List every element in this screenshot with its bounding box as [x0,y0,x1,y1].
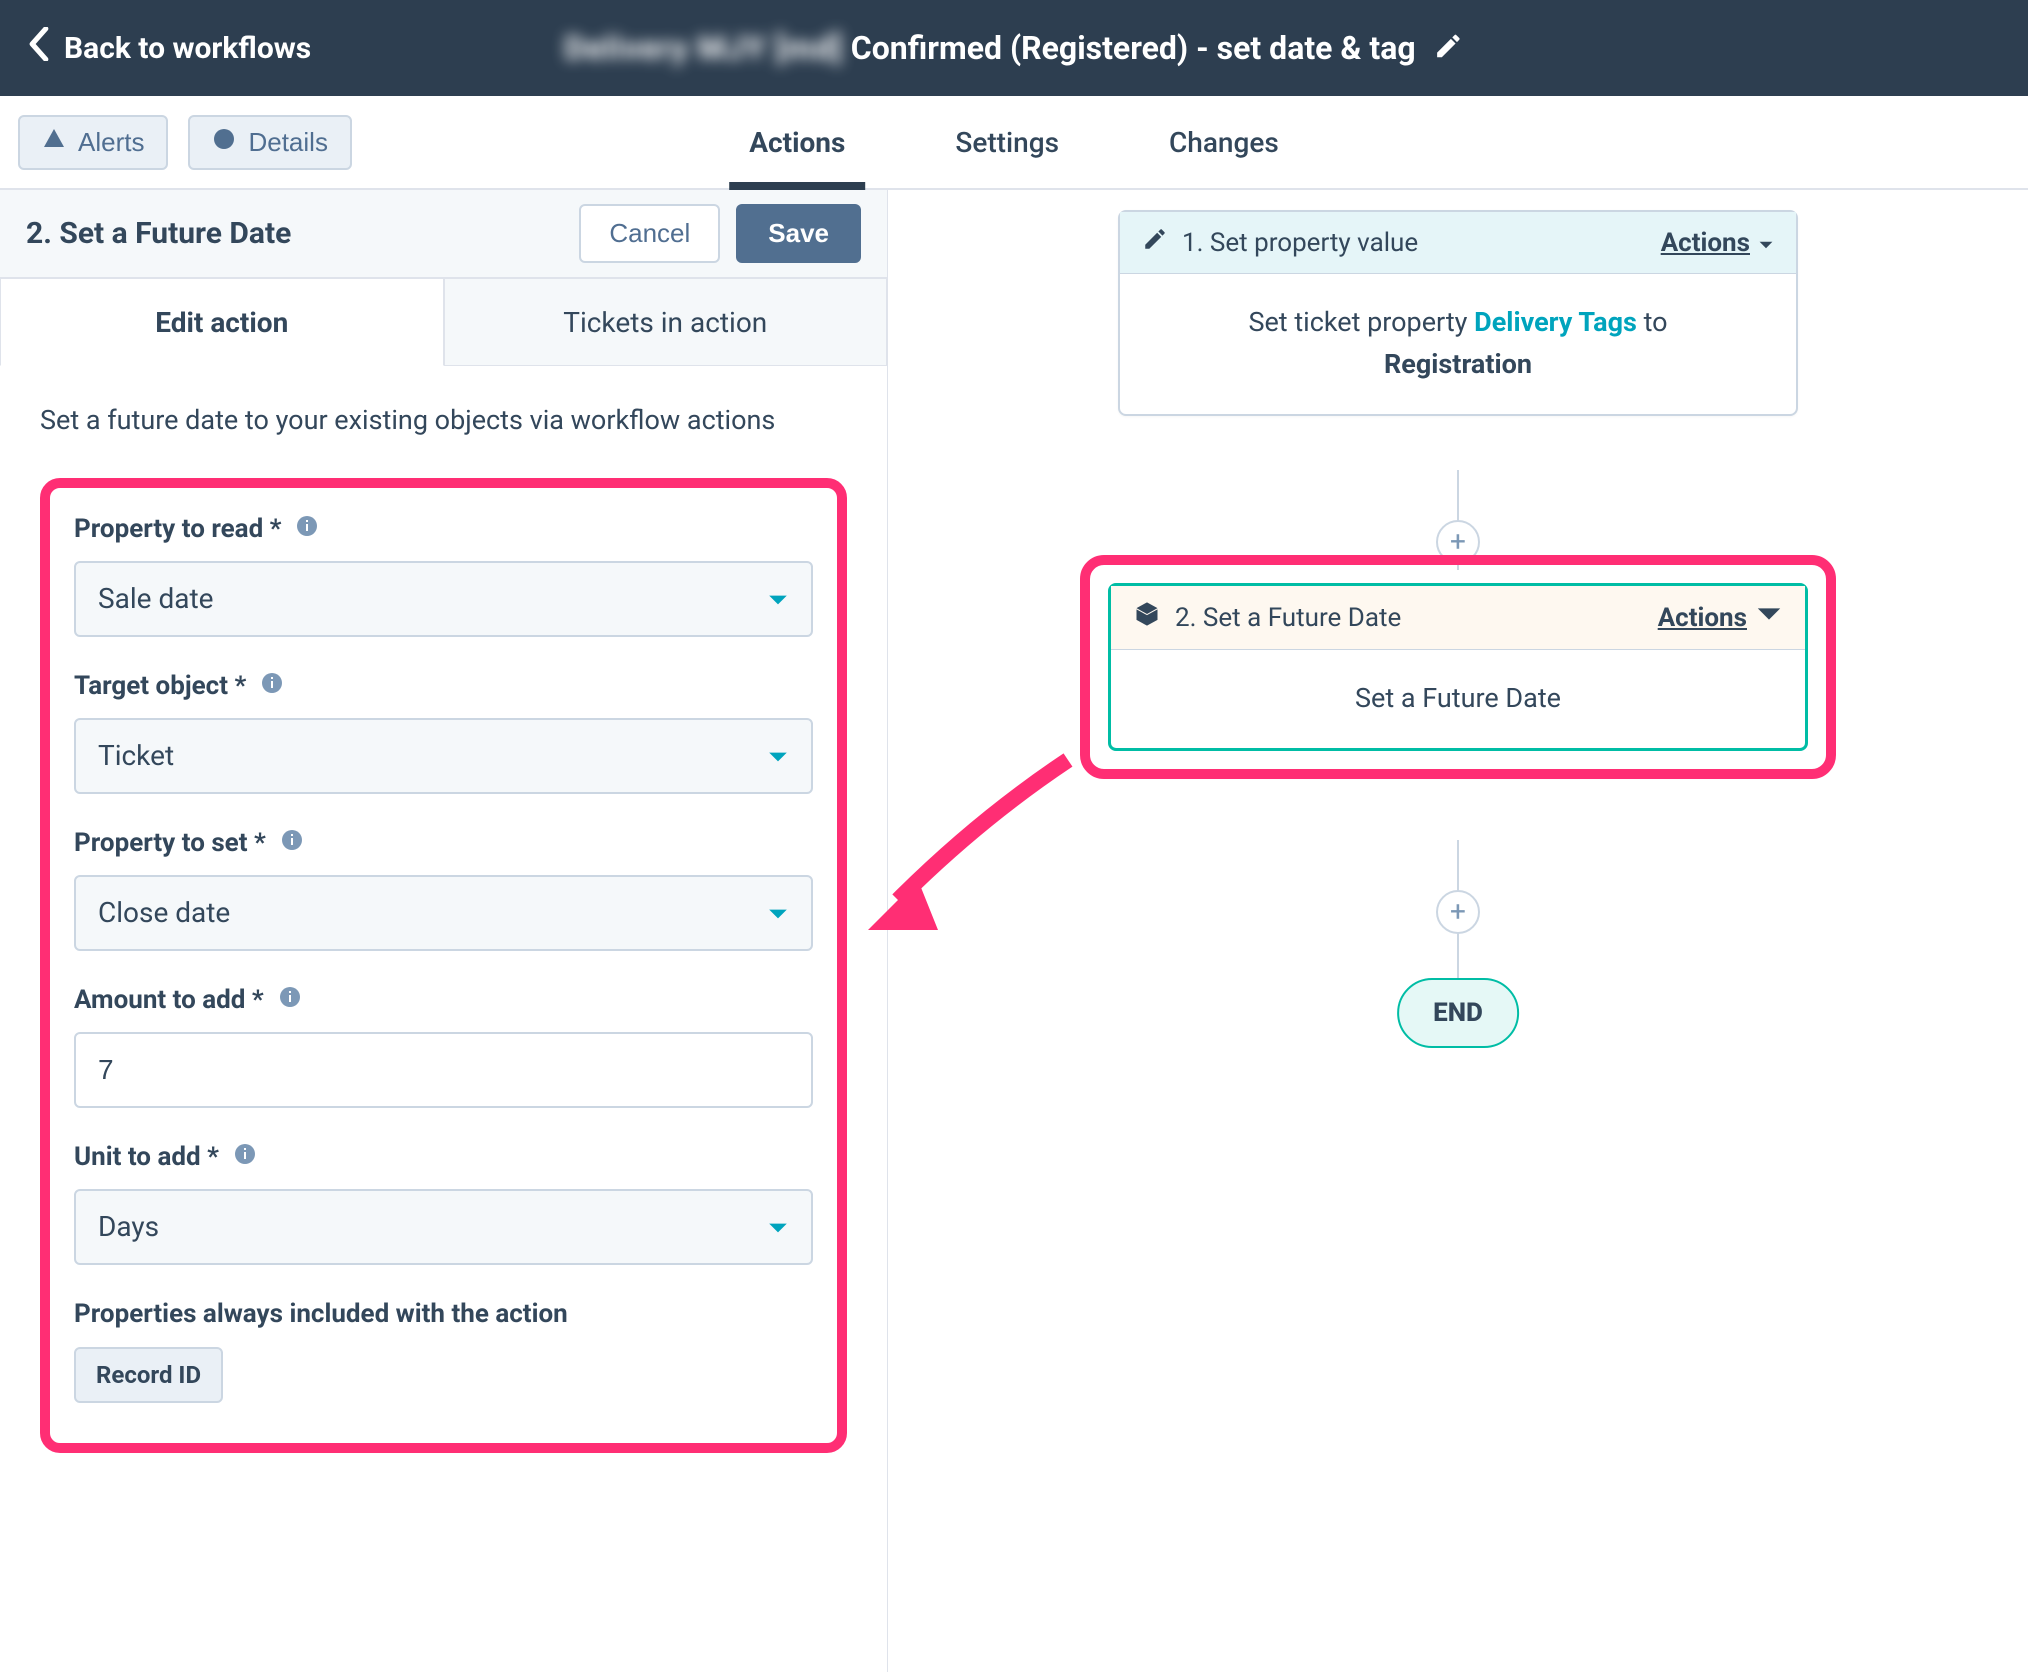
node-step-label: 2. Set a Future Date [1175,603,1644,633]
alerts-button[interactable]: Alerts [18,115,168,170]
label-text: Amount to add * [74,985,264,1015]
body-prefix: Set ticket property [1248,306,1467,338]
input-amount-to-add[interactable] [74,1032,813,1108]
panel-tabs: Edit action Tickets in action [0,278,887,366]
workflow-title-wrap: Delivery MJY [md] Confirmed (Registered)… [564,29,1463,67]
cube-icon [1133,600,1161,635]
edit-icon [1142,226,1168,259]
details-label: Details [248,127,327,158]
save-button[interactable]: Save [736,204,861,263]
main: 2. Set a Future Date Cancel Save Edit ac… [0,190,2028,1672]
field-target-object: Target object * Ticket [74,671,813,794]
top-bar: Back to workflows Delivery MJY [md] Conf… [0,0,2028,96]
chevron-down-icon [767,582,789,615]
panel-header: 2. Set a Future Date Cancel Save [0,190,887,278]
tab-settings-label: Settings [955,126,1059,159]
workflow-title-hidden: Delivery MJY [md] [564,29,842,67]
tab-changes[interactable]: Changes [1169,96,1279,188]
workflow-canvas[interactable]: 1. Set property value Actions Set ticket… [888,190,2028,1672]
tab-actions-label: Actions [749,126,845,159]
back-label: Back to workflows [64,31,311,66]
select-value: Close date [98,896,230,929]
panel-body: Set a future date to your existing objec… [0,366,887,1672]
field-label-amount-to-add: Amount to add * [74,985,813,1016]
chevron-down-icon [767,739,789,772]
included-label: Properties always included with the acti… [74,1299,813,1329]
sub-tabs: Actions Settings Changes [749,96,1279,188]
label-text: Unit to add * [74,1142,219,1172]
body-bold: Registration [1384,348,1532,380]
node-step-label: 1. Set property value [1182,228,1647,258]
info-icon[interactable] [233,1142,257,1173]
node-actions-label: Actions [1658,603,1747,633]
alerts-label: Alerts [78,127,144,158]
node-actions-label: Actions [1661,228,1750,258]
node-actions-dropdown[interactable]: Actions [1661,228,1774,258]
panel-tab-edit-action[interactable]: Edit action [0,278,444,366]
field-label-target-object: Target object * [74,671,813,702]
select-target-object[interactable]: Ticket [74,718,813,794]
label-text: Property to read * [74,514,281,544]
info-icon[interactable] [260,671,284,702]
pencil-icon[interactable] [1434,31,1464,65]
select-property-to-read[interactable]: Sale date [74,561,813,637]
annotation-arrow-icon [858,740,1078,940]
select-value: Sale date [98,582,214,615]
panel-title: 2. Set a Future Date [26,216,579,251]
form-highlight-box: Property to read * Sale date Target obje… [40,478,847,1453]
field-unit-to-add: Unit to add * Days [74,1142,813,1265]
pill-record-id: Record ID [74,1347,223,1403]
info-icon[interactable] [295,514,319,545]
label-text: Property to set * [74,828,266,858]
chevron-left-icon [28,27,50,69]
field-included-properties: Properties always included with the acti… [74,1299,813,1403]
label-text: Target object * [74,671,246,701]
node-body: Set ticket property Delivery Tags to Reg… [1120,274,1796,414]
included-pills: Record ID [74,1347,813,1403]
end-node: END [1397,978,1519,1048]
cancel-button[interactable]: Cancel [579,204,720,263]
chevron-down-icon [767,896,789,929]
panel-tab-tickets-in-action[interactable]: Tickets in action [444,278,888,366]
select-value: Days [98,1210,159,1243]
node-header: 2. Set a Future Date Actions [1111,586,1805,650]
node-2-highlight: 2. Set a Future Date Actions Set a Futur… [1080,555,1836,779]
select-unit-to-add[interactable]: Days [74,1189,813,1265]
chevron-down-icon [767,1210,789,1243]
info-icon[interactable] [280,828,304,859]
sub-bar: Alerts Details Actions Settings Changes [0,96,2028,190]
field-label-property-to-read: Property to read * [74,514,813,545]
select-value: Ticket [98,739,174,772]
workflow-node-2[interactable]: 2. Set a Future Date Actions Set a Futur… [1108,583,1808,751]
select-property-to-set[interactable]: Close date [74,875,813,951]
workflow-node-1[interactable]: 1. Set property value Actions Set ticket… [1118,210,1798,416]
details-button[interactable]: Details [188,115,351,170]
info-icon [212,127,236,158]
tab-changes-label: Changes [1169,126,1279,159]
tab-actions[interactable]: Actions [749,96,845,188]
body-mid: to [1644,306,1668,338]
add-step-button-2[interactable]: + [1436,890,1480,934]
left-panel: 2. Set a Future Date Cancel Save Edit ac… [0,190,888,1672]
node-header: 1. Set property value Actions [1120,212,1796,274]
workflow-title: Delivery MJY [md] Confirmed (Registered)… [564,29,1415,67]
node-actions-dropdown[interactable]: Actions [1658,600,1783,635]
field-property-to-set: Property to set * Close date [74,828,813,951]
info-icon[interactable] [278,985,302,1016]
back-to-workflows-link[interactable]: Back to workflows [28,27,311,69]
field-label-unit-to-add: Unit to add * [74,1142,813,1173]
tab-settings[interactable]: Settings [955,96,1059,188]
body-link[interactable]: Delivery Tags [1474,306,1637,338]
chevron-down-icon [1755,600,1783,635]
panel-tab-tickets-label: Tickets in action [563,306,767,339]
workflow-title-visible: Confirmed (Registered) - set date & tag [851,29,1416,67]
field-label-property-to-set: Property to set * [74,828,813,859]
field-property-to-read: Property to read * Sale date [74,514,813,637]
node-body: Set a Future Date [1111,650,1805,748]
field-amount-to-add: Amount to add * [74,985,813,1108]
alert-icon [42,127,66,158]
panel-tab-edit-label: Edit action [155,306,288,339]
panel-description: Set a future date to your existing objec… [40,400,847,442]
chevron-down-icon [1758,228,1774,258]
